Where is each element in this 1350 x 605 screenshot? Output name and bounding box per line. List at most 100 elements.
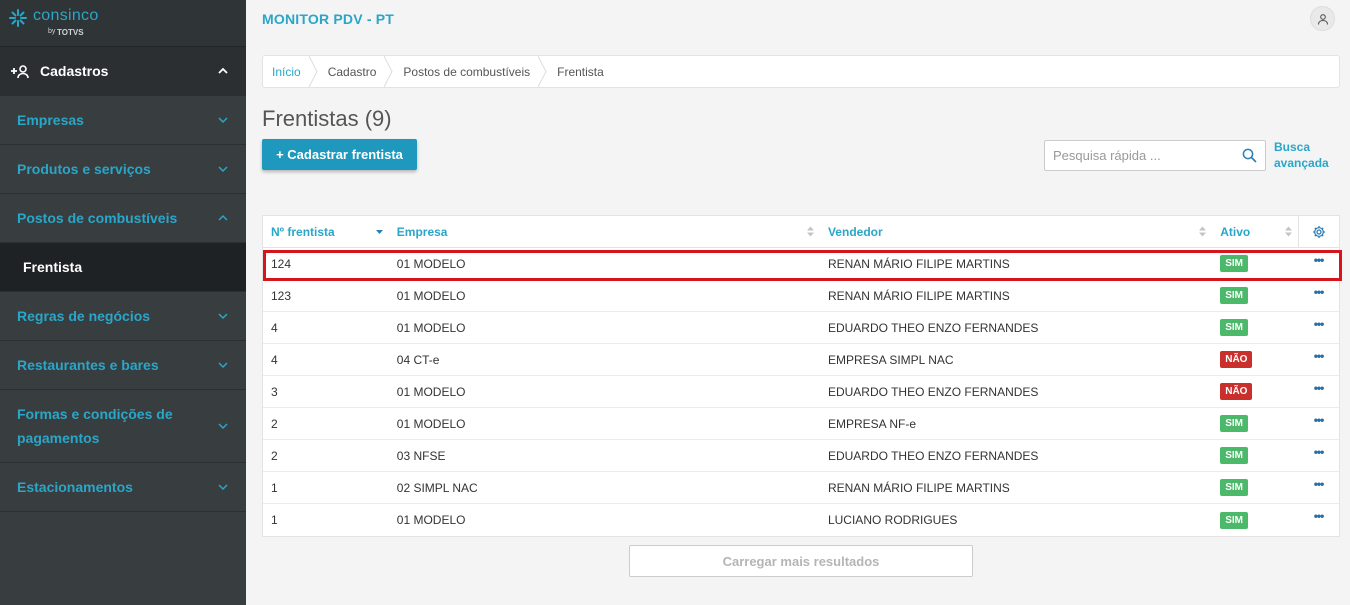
cell-vendedor: LUCIANO RODRIGUES — [827, 513, 958, 527]
breadcrumb-separator-icon — [384, 56, 393, 87]
sidebar-section-cadastros[interactable]: Cadastros — [0, 47, 246, 96]
search-icon[interactable] — [1242, 148, 1257, 163]
row-actions-button[interactable]: ••• — [1298, 312, 1339, 343]
sidebar-item-label: Empresas — [17, 112, 84, 128]
cell-vendedor: RENAN MÁRIO FILIPE MARTINS — [827, 288, 1010, 303]
cell-ativo: SIM — [1212, 472, 1298, 503]
quick-search — [1044, 140, 1266, 171]
sidebar-item-label: Formas e condições de pagamentos — [17, 406, 173, 446]
more-options-icon: ••• — [1313, 284, 1325, 299]
sidebar-item-produtos[interactable]: Produtos e serviços — [0, 145, 246, 194]
row-actions-button[interactable]: ••• — [1298, 280, 1339, 311]
cell-vendedor: EMPRESA SIMPL NAC — [827, 352, 954, 367]
table-row[interactable]: 124 01 MODELO RENAN MÁRIO FILIPE MARTINS SI… — [263, 248, 1339, 280]
table-row[interactable]: 3 01 MODELO EDUARDO THEO ENZO FERNANDES NÃO… — [263, 376, 1339, 408]
cell-empresa: 04 CT-e — [396, 352, 440, 367]
cell-ativo: SIM — [1212, 440, 1298, 471]
search-input[interactable] — [1045, 141, 1225, 170]
main-content: MONITOR PDV - PT Início Cadastro Postos … — [246, 0, 1350, 605]
row-actions-button[interactable]: ••• — [1298, 440, 1339, 471]
cell-ativo: SIM — [1212, 248, 1298, 279]
more-options-icon: ••• — [1313, 444, 1325, 459]
cell-numero: 1 — [271, 513, 278, 527]
chevron-down-icon — [218, 117, 228, 124]
more-options-icon: ••• — [1313, 380, 1325, 395]
sidebar-item-estacionamentos[interactable]: Estacionamentos — [0, 463, 246, 512]
column-header-ativo[interactable]: Ativo — [1212, 216, 1298, 247]
row-actions-button[interactable]: ••• — [1298, 504, 1339, 536]
table-row[interactable]: 1 01 MODELO LUCIANO RODRIGUES SIM ••• — [263, 504, 1339, 536]
sidebar-item-formas-pagamento[interactable]: Formas e condições de pagamentos — [0, 390, 246, 463]
cell-numero: 4 — [271, 320, 278, 335]
status-badge: SIM — [1220, 287, 1249, 304]
more-options-icon: ••• — [1313, 316, 1325, 331]
column-header-vendedor[interactable]: Vendedor — [820, 216, 1212, 247]
cell-empresa: 01 MODELO — [396, 320, 466, 335]
cell-vendedor: EMPRESA NF-e — [827, 416, 916, 431]
table-row[interactable]: 2 01 MODELO EMPRESA NF-e SIM ••• — [263, 408, 1339, 440]
row-actions-button[interactable]: ••• — [1298, 248, 1339, 279]
cell-numero: 3 — [271, 384, 278, 399]
sidebar-item-regras[interactable]: Regras de negócios — [0, 292, 246, 341]
column-header-label: Vendedor — [827, 224, 883, 239]
sort-desc-icon — [375, 230, 383, 234]
sort-icon — [1199, 226, 1207, 237]
table-row[interactable]: 4 01 MODELO EDUARDO THEO ENZO FERNANDES SIM… — [263, 312, 1339, 344]
cell-empresa: 01 MODELO — [396, 384, 466, 399]
cell-empresa: 01 MODELO — [396, 513, 466, 527]
sidebar-item-empresas[interactable]: Empresas — [0, 96, 246, 145]
table-row[interactable]: 2 03 NFSE EDUARDO THEO ENZO FERNANDES SIM ••… — [263, 440, 1339, 472]
column-header-numero[interactable]: Nº frentista — [263, 216, 389, 247]
add-frentista-button[interactable]: + Cadastrar frentista — [262, 139, 417, 170]
consinco-logo-icon — [9, 9, 27, 27]
cell-ativo: SIM — [1212, 408, 1298, 439]
load-more-button[interactable]: Carregar mais resultados — [629, 545, 973, 577]
user-icon — [1317, 13, 1328, 25]
breadcrumb-item-frentista: Frentista — [548, 56, 613, 87]
advanced-search-label-line2: avançada — [1274, 156, 1329, 170]
sidebar-item-restaurantes[interactable]: Restaurantes e bares — [0, 341, 246, 390]
row-actions-button[interactable]: ••• — [1298, 344, 1339, 375]
column-header-label: Empresa — [396, 224, 448, 239]
breadcrumb-item-postos[interactable]: Postos de combustíveis — [394, 56, 548, 87]
chevron-down-icon — [218, 484, 228, 491]
advanced-search-link[interactable]: Busca avançada — [1274, 139, 1329, 171]
cell-numero: 2 — [271, 448, 278, 463]
advanced-search-label-line1: Busca — [1274, 140, 1311, 154]
sidebar-item-label: Produtos e serviços — [17, 161, 151, 177]
cell-numero: 124 — [271, 256, 292, 271]
cell-numero: 123 — [271, 288, 292, 303]
status-badge: NÃO — [1220, 351, 1253, 368]
table-row[interactable]: 123 01 MODELO RENAN MÁRIO FILIPE MARTINS SI… — [263, 280, 1339, 312]
breadcrumb-separator-icon — [538, 56, 547, 87]
sort-icon — [1285, 226, 1293, 237]
cell-ativo: SIM — [1212, 504, 1298, 536]
table-settings-button[interactable] — [1298, 216, 1339, 247]
chevron-down-icon — [218, 362, 228, 369]
breadcrumb-item-cadastro[interactable]: Cadastro — [319, 56, 395, 87]
sidebar-item-label: Estacionamentos — [17, 479, 133, 495]
cell-numero: 2 — [271, 416, 278, 431]
table-header: Nº frentista Empresa Vendedor Ativo — [263, 216, 1339, 248]
sidebar-item-frentista[interactable]: Frentista — [0, 243, 246, 292]
sidebar-item-label: Regras de negócios — [17, 308, 151, 324]
user-menu-button[interactable] — [1310, 6, 1335, 31]
breadcrumb-item-inicio[interactable]: Início — [263, 56, 319, 87]
row-actions-button[interactable]: ••• — [1298, 472, 1339, 503]
gear-icon — [1313, 225, 1326, 238]
breadcrumb: Início Cadastro Postos de combustíveis F… — [262, 55, 1340, 88]
cell-ativo: SIM — [1212, 280, 1298, 311]
status-badge: SIM — [1220, 319, 1249, 336]
sidebar-item-postos[interactable]: Postos de combustíveis — [0, 194, 246, 243]
status-badge: SIM — [1220, 479, 1249, 496]
chevron-up-icon — [218, 214, 228, 221]
cell-ativo: NÃO — [1212, 376, 1298, 407]
column-header-empresa[interactable]: Empresa — [389, 216, 820, 247]
table-row[interactable]: 4 04 CT-e EMPRESA SIMPL NAC NÃO ••• — [263, 344, 1339, 376]
column-header-label: Nº frentista — [271, 224, 335, 239]
table-row[interactable]: 1 02 SIMPL NAC RENAN MÁRIO FILIPE MARTINS S… — [263, 472, 1339, 504]
row-actions-button[interactable]: ••• — [1298, 376, 1339, 407]
cell-empresa: 01 MODELO — [396, 288, 466, 303]
row-actions-button[interactable]: ••• — [1298, 408, 1339, 439]
status-badge: SIM — [1220, 511, 1249, 529]
